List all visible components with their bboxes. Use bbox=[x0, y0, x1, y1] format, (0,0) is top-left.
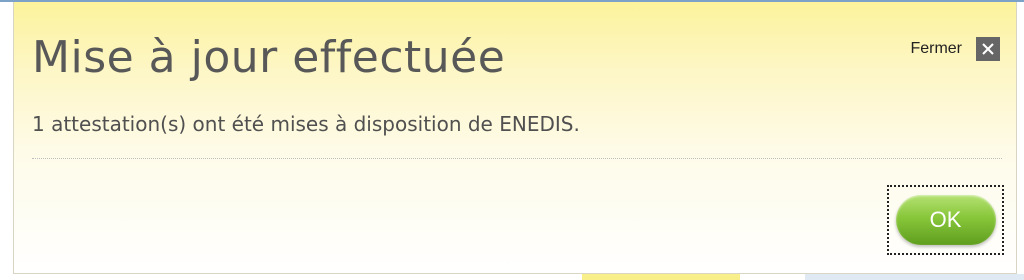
confirmation-dialog: Mise à jour effectuée Fermer 1 attestati… bbox=[13, 2, 1017, 274]
background-strip-yellow bbox=[582, 274, 740, 280]
dotted-divider bbox=[32, 158, 1002, 159]
close-label[interactable]: Fermer bbox=[910, 40, 962, 58]
dialog-title: Mise à jour effectuée bbox=[32, 32, 506, 83]
ok-button[interactable]: OK bbox=[895, 195, 996, 245]
ok-button-focus-ring: OK bbox=[887, 185, 1004, 255]
dialog-message: 1 attestation(s) ont été mises à disposi… bbox=[32, 112, 580, 136]
close-button[interactable]: Fermer bbox=[910, 37, 1000, 61]
page: Mise à jour effectuée Fermer 1 attestati… bbox=[0, 0, 1024, 280]
background-strip-blue bbox=[805, 274, 1024, 280]
close-icon[interactable] bbox=[976, 37, 1000, 61]
